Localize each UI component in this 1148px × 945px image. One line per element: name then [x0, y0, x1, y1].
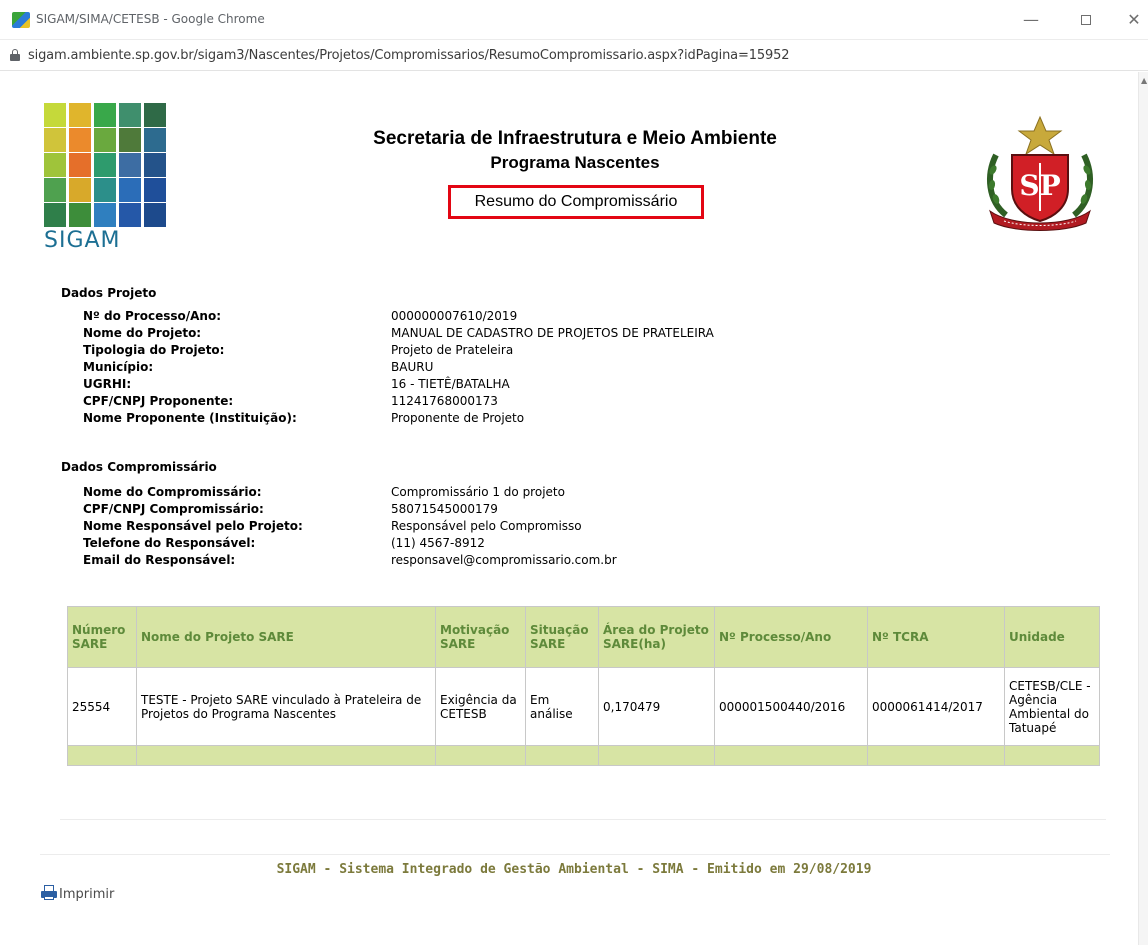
page-heading: Resumo do Compromissário	[448, 185, 704, 219]
field-label: CPF/CNPJ Compromissário:	[83, 502, 264, 516]
logo-tile	[119, 203, 141, 227]
sare-table-body: 25554 TESTE - Projeto SARE vinculado à Pr…	[67, 667, 1100, 746]
field-value: Proponente de Projeto	[391, 411, 525, 425]
sare-table-header: Número SARE Nome do Projeto SARE Motivação…	[67, 606, 1100, 668]
column-header: Número SARE	[67, 606, 137, 668]
column-header: Motivação SARE	[435, 606, 526, 668]
field-label: Nome do Compromissário:	[83, 485, 262, 499]
logo-tile	[69, 103, 91, 127]
sare-table-footer	[67, 745, 1100, 766]
field-label: Tipologia do Projeto:	[83, 343, 225, 357]
table-cell: Em análise	[525, 667, 599, 746]
field-value: 000000007610/2019	[391, 309, 518, 323]
table-row: 25554 TESTE - Projeto SARE vinculado à Pr…	[67, 667, 1100, 746]
field-label: Telefone do Responsável:	[83, 536, 256, 550]
logo-tile	[144, 153, 166, 177]
dados-compromissario-title: Dados Compromissário	[61, 460, 217, 474]
sao-paulo-crest-icon: SP	[987, 115, 1093, 231]
logo-tile	[44, 128, 66, 152]
field-label: Município:	[83, 360, 154, 374]
close-icon[interactable]: ✕	[1120, 8, 1148, 32]
column-header: Nº Processo/Ano	[714, 606, 868, 668]
table-cell: Exigência da CETESB	[435, 667, 526, 746]
logo-tile	[44, 203, 66, 227]
field-value: 11241768000173	[391, 394, 498, 408]
field-label: UGRHI:	[83, 377, 132, 391]
sigam-logo: SIGAM	[44, 103, 168, 253]
lock-icon[interactable]	[10, 49, 20, 61]
column-header: Nome do Projeto SARE	[136, 606, 436, 668]
window-title: SIGAM/SIMA/CETESB - Google Chrome	[36, 12, 265, 26]
url-text[interactable]: sigam.ambiente.sp.gov.br/sigam3/Nascente…	[28, 48, 790, 63]
window-titlebar: SIGAM/SIMA/CETESB - Google Chrome — ✕	[0, 0, 1148, 40]
logo-tile	[44, 153, 66, 177]
field-value: (11) 4567-8912	[391, 536, 485, 550]
logo-tile	[144, 128, 166, 152]
field-value: responsavel@compromissario.com.br	[391, 553, 617, 567]
field-value: Projeto de Prateleira	[391, 343, 514, 357]
table-cell: 0000061414/2017	[867, 667, 1005, 746]
divider	[40, 854, 1110, 855]
field-value: 16 - TIETÊ/BATALHA	[391, 377, 510, 391]
field-label: Email do Responsável:	[83, 553, 236, 567]
scroll-up-icon[interactable]: ▲	[1141, 76, 1147, 85]
logo-tile	[44, 178, 66, 202]
logo-tile	[94, 128, 116, 152]
logo-tile	[144, 203, 166, 227]
logo-tile	[69, 153, 91, 177]
dados-projeto-title: Dados Projeto	[61, 286, 157, 300]
page-title: Secretaria de Infraestrutura e Meio Ambi…	[373, 128, 777, 149]
field-label: Nome Responsável pelo Projeto:	[83, 519, 303, 533]
logo-mosaic	[44, 103, 168, 229]
field-value: Compromissário 1 do projeto	[391, 485, 565, 499]
printer-icon[interactable]	[40, 885, 58, 901]
app-icon	[12, 12, 30, 28]
logo-tile	[94, 103, 116, 127]
logo-tile	[144, 178, 166, 202]
page-subtitle: Programa Nascentes	[490, 153, 660, 172]
logo-tile	[144, 103, 166, 127]
field-label: Nome Proponente (Instituição):	[83, 411, 297, 425]
logo-tile	[119, 128, 141, 152]
logo-tile	[119, 153, 141, 177]
sare-table: Número SARE Nome do Projeto SARE Motivação…	[67, 606, 1100, 766]
field-value: BAURU	[391, 360, 434, 374]
footer-text: SIGAM - Sistema Integrado de Gestão Ambi…	[276, 862, 872, 877]
logo-tile	[94, 178, 116, 202]
field-value: Responsável pelo Compromisso	[391, 519, 582, 533]
logo-tile	[119, 178, 141, 202]
logo-tile	[69, 178, 91, 202]
column-header: Situação SARE	[525, 606, 599, 668]
logo-tile	[119, 103, 141, 127]
field-label: CPF/CNPJ Proponente:	[83, 394, 234, 408]
logo-text: SIGAM	[44, 228, 121, 253]
field-label: Nome do Projeto:	[83, 326, 202, 340]
minimize-icon[interactable]: —	[1017, 8, 1045, 32]
logo-tile	[44, 103, 66, 127]
print-label[interactable]: Imprimir	[59, 887, 114, 902]
column-header: Área do Projeto SARE(ha)	[598, 606, 715, 668]
field-value: 58071545000179	[391, 502, 498, 516]
column-header: Unidade	[1004, 606, 1100, 668]
field-label: Nº do Processo/Ano:	[83, 309, 221, 323]
table-cell: CETESB/CLE - Agência Ambiental do Tatuap…	[1004, 667, 1100, 746]
scrollbar[interactable]: ▲	[1138, 72, 1148, 945]
logo-tile	[69, 128, 91, 152]
table-cell: 0,170479	[598, 667, 715, 746]
logo-tile	[69, 203, 91, 227]
column-header: Nº TCRA	[867, 606, 1005, 668]
divider	[60, 819, 1106, 820]
maximize-icon[interactable]	[1072, 8, 1100, 32]
logo-tile	[94, 153, 116, 177]
table-cell: 000001500440/2016	[714, 667, 868, 746]
print-link[interactable]: Imprimir	[40, 885, 114, 902]
table-cell: TESTE - Projeto SARE vinculado à Pratele…	[136, 667, 436, 746]
field-value: MANUAL DE CADASTRO DE PROJETOS DE PRATEL…	[391, 326, 714, 340]
table-cell: 25554	[67, 667, 137, 746]
address-bar[interactable]: sigam.ambiente.sp.gov.br/sigam3/Nascente…	[0, 41, 1148, 71]
logo-tile	[94, 203, 116, 227]
